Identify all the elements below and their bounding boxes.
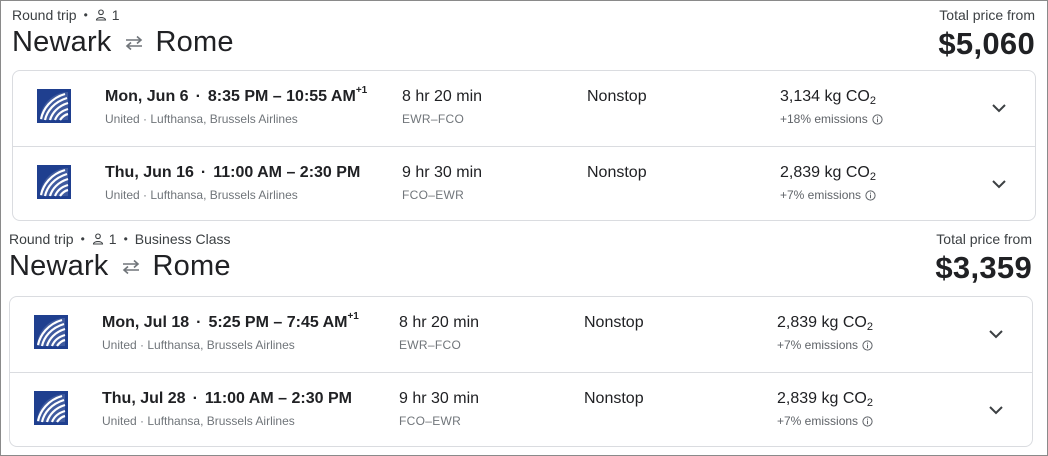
airlines: United · Lufthansa, Brussels Airlines [105, 112, 298, 126]
flight-row-return[interactable]: Thu, Jun 16 · 11:00 AM – 2:30 PM United · … [13, 146, 1035, 222]
airlines: United · Lufthansa, Brussels Airlines [102, 338, 295, 352]
trip-type: Round trip [9, 231, 74, 247]
round-trip-arrows-icon [122, 259, 139, 274]
itinerary-card: Mon, Jun 6 · 8:35 PM – 10:55 AM+1 United ·… [12, 70, 1036, 221]
total-price-label: Total price from [936, 231, 1032, 247]
separator-dot: • [83, 8, 88, 22]
flight-date: Thu, Jul 28 [102, 390, 186, 407]
united-airlines-logo-icon [37, 89, 71, 123]
united-airlines-logo-icon [37, 165, 71, 199]
stops: Nonstop [584, 390, 644, 407]
stops: Nonstop [587, 88, 647, 105]
flight-times: 11:00 AM – 2:30 PM [204, 390, 352, 407]
flight-date-time: Thu, Jun 16 · 11:00 AM – 2:30 PM [105, 164, 361, 181]
chevron-down-icon[interactable] [991, 179, 1007, 189]
stops: Nonstop [584, 314, 644, 331]
route-title: Newark Rome [9, 250, 231, 283]
separator-dot: • [123, 232, 128, 246]
separator-dot: • [80, 232, 85, 246]
person-icon [95, 9, 106, 21]
flight-row-outbound[interactable]: Mon, Jun 6 · 8:35 PM – 10:55 AM+1 United ·… [13, 71, 1035, 146]
flight-duration: 9 hr 30 min [402, 164, 483, 181]
total-price: $5,060 [938, 26, 1035, 61]
info-icon[interactable] [872, 113, 883, 125]
emissions-label: +7% emissions [780, 188, 876, 202]
airport-codes: EWR–FCO [402, 112, 465, 126]
day-offset: +1 [347, 311, 359, 322]
flight-date: Thu, Jun 16 [105, 164, 194, 181]
flight-date-time: Thu, Jul 28 · 11:00 AM – 2:30 PM [102, 390, 352, 407]
passenger-count: 1 [111, 7, 120, 23]
flight-times: 5:25 PM – 7:45 AM [208, 314, 348, 331]
flight-row-return[interactable]: Thu, Jul 28 · 11:00 AM – 2:30 PM United · … [10, 372, 1032, 448]
trip-meta: Round trip • 1 [12, 7, 120, 23]
emissions-label: +7% emissions [777, 414, 873, 428]
flight-duration: 8 hr 20 min [402, 88, 483, 105]
flight-times: 8:35 PM – 10:55 AM [207, 88, 356, 105]
airport-codes: EWR–FCO [399, 338, 462, 352]
day-offset: +1 [355, 85, 368, 96]
route-title: Newark Rome [12, 26, 234, 59]
flight-date-time: Mon, Jul 18 · 5:25 PM – 7:45 AM+1 [102, 311, 359, 331]
stops: Nonstop [587, 164, 647, 181]
cabin-class: Business Class [134, 231, 231, 247]
united-airlines-logo-icon [34, 315, 68, 349]
airport-codes: FCO–EWR [399, 414, 462, 428]
flight-times: 11:00 AM – 2:30 PM [213, 164, 361, 181]
emissions-label: +18% emissions [780, 112, 883, 126]
co2-amount: 3,134 kg CO2 [780, 88, 876, 107]
info-icon[interactable] [862, 339, 873, 351]
flight-duration: 8 hr 20 min [399, 314, 480, 331]
chevron-down-icon[interactable] [991, 103, 1007, 113]
trip-type: Round trip [12, 7, 77, 23]
total-price: $3,359 [935, 250, 1032, 285]
info-icon[interactable] [865, 189, 876, 201]
round-trip-arrows-icon [125, 35, 142, 50]
flight-date-time: Mon, Jun 6 · 8:35 PM – 10:55 AM+1 [105, 85, 368, 105]
chevron-down-icon[interactable] [988, 329, 1004, 339]
destination-city: Rome [155, 26, 234, 58]
flight-date: Mon, Jul 18 [102, 314, 190, 331]
united-airlines-logo-icon [34, 391, 68, 425]
co2-amount: 2,839 kg CO2 [777, 314, 873, 333]
passenger-count: 1 [108, 231, 117, 247]
origin-city: Newark [9, 250, 109, 282]
person-icon [92, 233, 103, 245]
origin-city: Newark [12, 26, 112, 58]
info-icon[interactable] [862, 415, 873, 427]
airlines: United · Lufthansa, Brussels Airlines [102, 414, 295, 428]
flight-date: Mon, Jun 6 [105, 88, 189, 105]
chevron-down-icon[interactable] [988, 405, 1004, 415]
flight-row-outbound[interactable]: Mon, Jul 18 · 5:25 PM – 7:45 AM+1 United ·… [10, 297, 1032, 372]
airlines: United · Lufthansa, Brussels Airlines [105, 188, 298, 202]
airport-codes: FCO–EWR [402, 188, 465, 202]
co2-amount: 2,839 kg CO2 [777, 390, 873, 409]
destination-city: Rome [152, 250, 231, 282]
co2-amount: 2,839 kg CO2 [780, 164, 876, 183]
total-price-label: Total price from [939, 7, 1035, 23]
itinerary-card: Mon, Jul 18 · 5:25 PM – 7:45 AM+1 United ·… [9, 296, 1033, 447]
emissions-label: +7% emissions [777, 338, 873, 352]
flight-duration: 9 hr 30 min [399, 390, 480, 407]
trip-meta: Round trip • 1 • Business Class [9, 231, 231, 247]
